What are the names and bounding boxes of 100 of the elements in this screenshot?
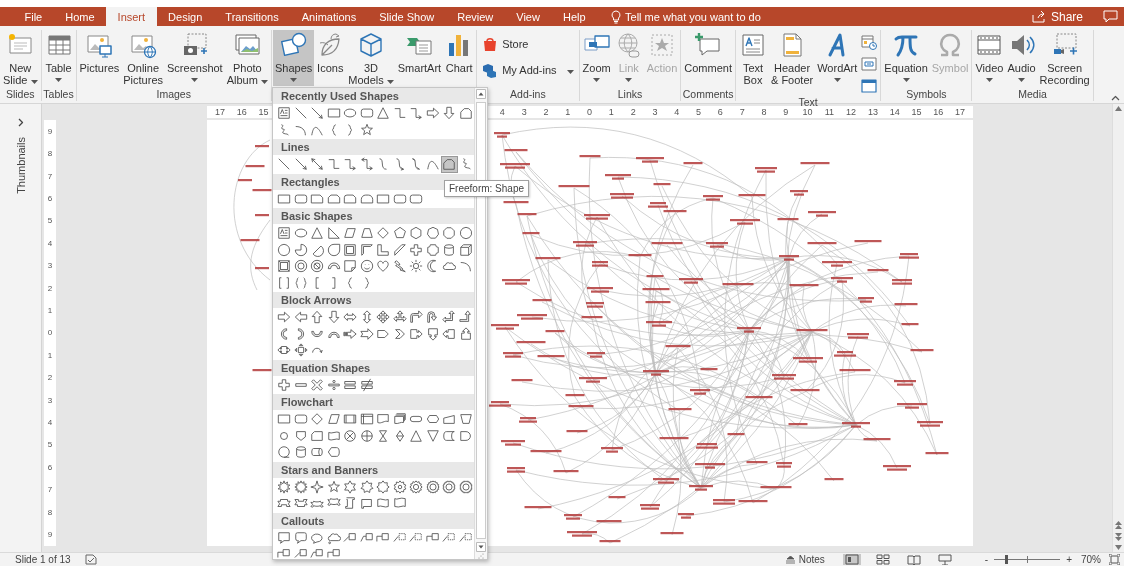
ruler-number: 1 bbox=[47, 350, 53, 360]
ruler-number: 0 bbox=[47, 328, 53, 338]
group-label: Symbols bbox=[906, 88, 947, 100]
share-button[interactable]: Share bbox=[1023, 7, 1091, 26]
ruler-number: 4 bbox=[47, 418, 53, 427]
ruler-number: 17 bbox=[213, 106, 226, 118]
ruler-number: 3 bbox=[520, 106, 528, 118]
ruler-number: 5 bbox=[47, 440, 53, 450]
photo-album-button[interactable]: Photo Album bbox=[224, 30, 270, 86]
section-heading: Stars and Banners bbox=[273, 461, 474, 478]
ruler-number: 15 bbox=[257, 106, 270, 118]
slide-counter: Slide 1 of 13 bbox=[15, 554, 71, 565]
my-add-ins-button[interactable]: My Add-ins bbox=[478, 59, 578, 81]
ruler-number: 1 bbox=[564, 106, 572, 118]
ruler-number: 4 bbox=[673, 106, 681, 118]
shapes-button[interactable]: Shapes bbox=[272, 30, 315, 86]
ruler-number: 5 bbox=[695, 106, 703, 118]
ruler-number: 8 bbox=[47, 149, 53, 159]
text-box-button[interactable]: Text Box bbox=[737, 30, 769, 86]
ruler-number: 4 bbox=[47, 238, 53, 248]
chart-button[interactable]: Chart bbox=[443, 30, 476, 86]
online-pictures-button[interactable]: Online Pictures bbox=[121, 30, 166, 86]
icons-button[interactable]: Icons bbox=[314, 30, 347, 86]
ruler-number: 2 bbox=[47, 283, 53, 293]
video-button[interactable]: Video bbox=[973, 30, 1006, 86]
menu-tab[interactable]: Review bbox=[445, 7, 505, 26]
zoom-button[interactable]: Zoom bbox=[580, 30, 613, 86]
menu-tab[interactable]: Help bbox=[551, 7, 598, 26]
section-heading: Equation Shapes bbox=[273, 359, 474, 376]
menu-tab[interactable]: View bbox=[504, 7, 552, 26]
menu-tab[interactable]: Transitions bbox=[213, 7, 291, 26]
wordart-button[interactable]: WordArt bbox=[815, 30, 860, 86]
ruler-number: 10 bbox=[801, 106, 814, 118]
audio-button[interactable]: Audio bbox=[1005, 30, 1038, 86]
ruler-number: 14 bbox=[888, 106, 901, 118]
ruler-number: 2 bbox=[542, 106, 550, 118]
ruler-number: 9 bbox=[782, 106, 790, 118]
ruler-number: 2 bbox=[629, 106, 637, 118]
ruler-number: 3 bbox=[47, 395, 53, 405]
new-slide-button[interactable]: New Slide bbox=[1, 30, 40, 86]
ruler-number: 6 bbox=[47, 193, 53, 203]
smartart-button[interactable]: SmartArt bbox=[395, 30, 444, 86]
group-label: Links bbox=[617, 88, 643, 100]
table-button[interactable]: Table bbox=[42, 30, 75, 86]
search-field[interactable]: Tell me what you want to do bbox=[625, 10, 776, 23]
group-label: Images bbox=[156, 88, 191, 100]
screen-recording-button[interactable]: Screen Recording bbox=[1037, 30, 1092, 86]
menu-tab[interactable]: Design bbox=[156, 7, 214, 26]
section-heading: Recently Used Shapes bbox=[273, 88, 474, 104]
menu-tab[interactable]: Insert bbox=[106, 7, 157, 26]
pane-label: Thumbnails bbox=[14, 137, 27, 194]
tooltip: Freeform: Shape bbox=[444, 180, 530, 197]
screenshot-button[interactable]: Screenshot bbox=[165, 30, 225, 86]
ruler-number: 9 bbox=[47, 126, 53, 136]
group-label: Add-ins bbox=[510, 88, 546, 100]
group-label: Slides bbox=[5, 88, 35, 100]
ruler-number: 6 bbox=[716, 106, 724, 118]
section-heading: Callouts bbox=[273, 512, 474, 529]
group-label: Tables bbox=[43, 88, 74, 100]
header-footer-button[interactable]: Header & Footer bbox=[769, 30, 816, 86]
ruler-number: 7 bbox=[47, 485, 53, 495]
ruler-number: 8 bbox=[47, 507, 53, 517]
ruler-number: 13 bbox=[866, 106, 879, 118]
ruler-number: 0 bbox=[586, 106, 594, 118]
ruler-number: 16 bbox=[932, 106, 945, 118]
ruler-number: 17 bbox=[954, 106, 967, 118]
group-label: Media bbox=[1018, 88, 1047, 100]
section-heading: Lines bbox=[273, 139, 474, 155]
ruler-number: 3 bbox=[651, 106, 659, 118]
section-heading: Block Arrows bbox=[273, 292, 474, 308]
ruler-number: 3 bbox=[47, 261, 53, 271]
ruler-number: 7 bbox=[738, 106, 746, 118]
ruler-number: 9 bbox=[47, 530, 53, 539]
menu-tab[interactable]: Slide Show bbox=[367, 7, 446, 26]
group-label: Text bbox=[798, 96, 818, 108]
zoom-level[interactable]: 70% bbox=[1081, 554, 1101, 565]
equation-button[interactable]: Equation bbox=[882, 30, 930, 86]
ruler-number: 6 bbox=[47, 462, 53, 472]
menu-tab[interactable]: Animations bbox=[290, 7, 368, 26]
group-label: Comments bbox=[682, 88, 734, 100]
store-button[interactable]: Store bbox=[478, 33, 578, 55]
menu-tab[interactable]: Home bbox=[53, 7, 107, 26]
ruler-number: 8 bbox=[760, 106, 768, 118]
comment-button[interactable]: Comment bbox=[682, 30, 734, 86]
ruler-number: 12 bbox=[845, 106, 858, 118]
notes-button[interactable]: Notes bbox=[785, 554, 825, 565]
ruler-number: 5 bbox=[47, 216, 53, 226]
section-heading: Flowchart bbox=[273, 394, 474, 410]
3d-models-button[interactable]: 3D Models bbox=[346, 30, 396, 86]
menu-tab[interactable]: File bbox=[13, 7, 54, 26]
section-heading: Basic Shapes bbox=[273, 208, 474, 224]
ruler-number: 1 bbox=[607, 106, 615, 118]
ruler-number: 1 bbox=[47, 305, 53, 315]
zoom-out-button[interactable]: - bbox=[981, 554, 992, 565]
ruler-number: 2 bbox=[47, 373, 53, 383]
pictures-button[interactable]: Pictures bbox=[77, 30, 122, 86]
ruler-number: 7 bbox=[47, 171, 53, 181]
ruler-number: 4 bbox=[498, 106, 506, 118]
zoom-in-button[interactable]: + bbox=[1063, 554, 1075, 565]
ruler-number: 15 bbox=[910, 106, 923, 118]
